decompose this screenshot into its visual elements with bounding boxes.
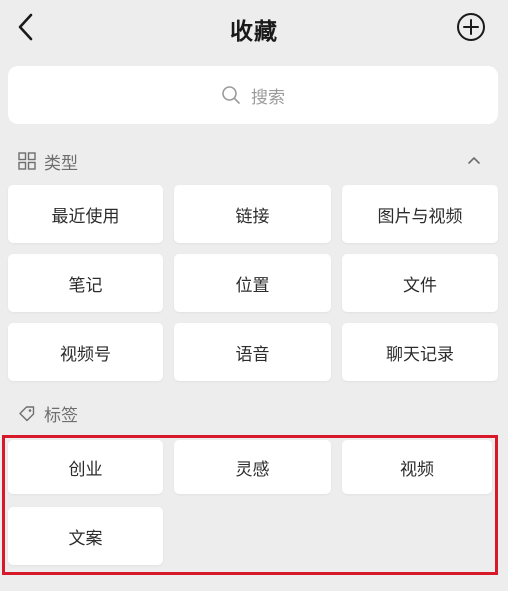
types-section-header: 类型 xyxy=(18,148,78,174)
tag-linggan[interactable]: 灵感 xyxy=(174,440,331,494)
tag-icon xyxy=(19,406,35,422)
type-notes[interactable]: 笔记 xyxy=(8,254,163,312)
tag-chuangye[interactable]: 创业 xyxy=(8,440,163,494)
type-files[interactable]: 文件 xyxy=(342,254,498,312)
add-button[interactable] xyxy=(456,12,486,42)
tags-section-label: 标签 xyxy=(44,405,78,426)
type-location[interactable]: 位置 xyxy=(174,254,331,312)
search-icon xyxy=(222,86,240,104)
type-voice[interactable]: 语音 xyxy=(174,323,331,381)
search-placeholder: 搜索 xyxy=(251,87,285,108)
search-bar[interactable]: 搜索 xyxy=(8,66,498,124)
type-images-videos[interactable]: 图片与视频 xyxy=(342,185,498,243)
collapse-button[interactable] xyxy=(464,150,484,170)
type-channels[interactable]: 视频号 xyxy=(8,323,163,381)
add-circle-icon xyxy=(457,13,485,41)
tag-wenan[interactable]: 文案 xyxy=(8,507,163,565)
grid-icon xyxy=(18,152,36,170)
tags-section-header: 标签 xyxy=(18,400,78,426)
type-recent[interactable]: 最近使用 xyxy=(8,185,163,243)
tag-shipin[interactable]: 视频 xyxy=(342,440,492,494)
chevron-up-icon xyxy=(468,157,480,164)
type-chat-history[interactable]: 聊天记录 xyxy=(342,323,498,381)
type-links[interactable]: 链接 xyxy=(174,185,331,243)
types-section-label: 类型 xyxy=(44,153,78,174)
header-bar: 收藏 xyxy=(0,0,508,58)
page-title: 收藏 xyxy=(230,19,278,45)
